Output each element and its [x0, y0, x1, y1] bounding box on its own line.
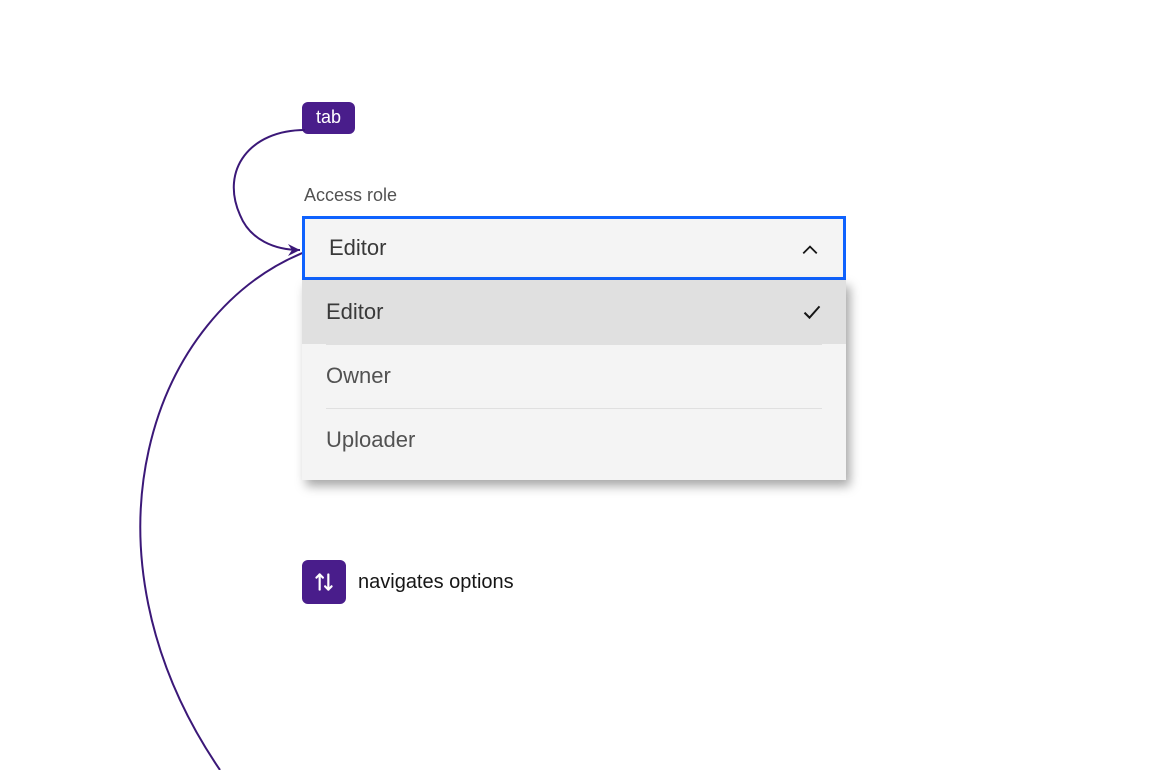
chevron-up-icon — [801, 239, 819, 257]
combobox-selected-value: Editor — [329, 235, 386, 261]
option-uploader[interactable]: Uploader — [302, 408, 846, 472]
keyboard-hint-text: navigates options — [358, 571, 514, 594]
annotation-arrow — [100, 120, 320, 280]
access-role-combobox: Access role Editor Editor Owner Uploader — [302, 185, 846, 480]
option-label: Uploader — [326, 427, 415, 453]
arrow-keys-badge — [302, 560, 346, 604]
combobox-listbox: Editor Owner Uploader — [302, 280, 846, 480]
combobox-button[interactable]: Editor — [302, 216, 846, 280]
option-owner[interactable]: Owner — [302, 344, 846, 408]
option-editor[interactable]: Editor — [302, 280, 846, 344]
combobox-label: Access role — [304, 185, 846, 206]
tab-key-badge: tab — [302, 102, 355, 134]
option-label: Owner — [326, 363, 391, 389]
option-label: Editor — [326, 299, 383, 325]
checkmark-icon — [802, 302, 822, 322]
annotation-loop-curve — [110, 250, 330, 770]
keyboard-hint: navigates options — [302, 560, 514, 604]
